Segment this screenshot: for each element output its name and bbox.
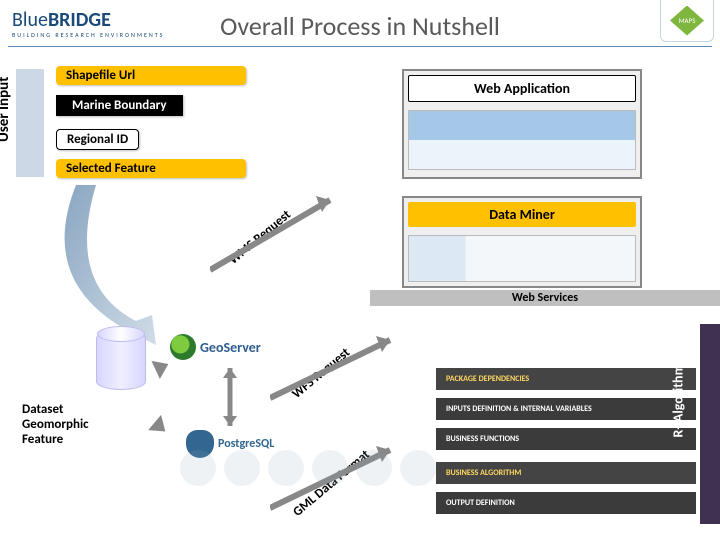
maps-diamond-icon: MAPS bbox=[670, 6, 704, 36]
geoserver-icon bbox=[170, 334, 196, 360]
pill-selected-feature: Selected Feature bbox=[56, 159, 246, 178]
postgresql-text: PostgreSQL bbox=[218, 437, 274, 451]
web-services-strip: Web Services bbox=[370, 290, 720, 306]
dataset-label: Dataset Geomorphic Feature bbox=[22, 402, 132, 447]
pkg-functions: BUSINESS FUNCTIONS bbox=[436, 428, 696, 450]
web-application-box: Web Application bbox=[402, 69, 642, 179]
web-application-header: Web Application bbox=[408, 75, 636, 102]
wms-arrow-icon bbox=[210, 190, 360, 280]
r-algorithm-bar: R- Algorithm bbox=[700, 324, 720, 524]
logo-subtitle: BUILDING RESEARCH ENVIRONMENTS bbox=[12, 32, 164, 38]
logo-part1: Blue bbox=[12, 8, 48, 32]
database-cylinder-icon bbox=[96, 330, 146, 390]
geoserver-text: GeoServer bbox=[200, 339, 261, 356]
pkg-inputs: INPUTS DEFINITION & INTERNAL VARIABLES bbox=[436, 398, 696, 420]
pkg-output: OUTPUT DEFINITION bbox=[436, 492, 696, 514]
header: BlueBRIDGE BUILDING RESEARCH ENVIRONMENT… bbox=[0, 0, 720, 54]
webapp-screenshot-icon bbox=[408, 110, 636, 170]
small-arrow-icon-2 bbox=[148, 415, 172, 439]
logo: BlueBRIDGE BUILDING RESEARCH ENVIRONMENT… bbox=[12, 8, 164, 38]
logo-part2: BRIDGE bbox=[48, 8, 111, 32]
wfs-arrow-icon bbox=[270, 330, 420, 410]
swoop-arrow-icon bbox=[56, 185, 216, 345]
pill-marine-boundary: Marine Boundary bbox=[56, 95, 183, 116]
pkg-deps: PACKAGE DEPENDENCIES bbox=[436, 368, 696, 390]
decorative-dots bbox=[180, 450, 436, 486]
data-miner-box: Data Miner bbox=[402, 196, 642, 288]
user-input-bar: User Input bbox=[16, 69, 44, 177]
geoserver-label: GeoServer bbox=[170, 334, 261, 360]
pkg-algorithm: BUSINESS ALGORITHM bbox=[436, 462, 696, 484]
corner-badge: MAPS bbox=[660, 0, 714, 42]
pill-shapefile-url: Shapefile Url bbox=[56, 66, 246, 85]
dataminer-screenshot-icon bbox=[408, 235, 636, 282]
user-input-label: User Input bbox=[0, 114, 13, 142]
r-algorithm-label: R- Algorithm bbox=[670, 418, 687, 438]
pill-regional-id: Regional ID bbox=[56, 129, 139, 150]
geoserver-postgres-arrow-icon bbox=[218, 366, 258, 436]
data-miner-header: Data Miner bbox=[408, 202, 636, 227]
